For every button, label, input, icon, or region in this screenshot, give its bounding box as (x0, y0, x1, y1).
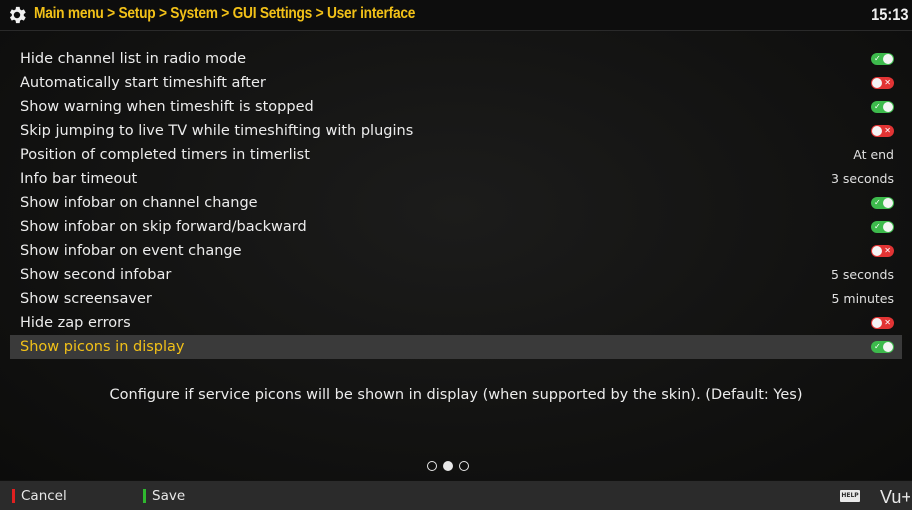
setting-row[interactable]: Show second infobar 5 seconds (10, 263, 902, 287)
toggle-knob (883, 198, 893, 208)
help-icon[interactable]: HELP (840, 490, 860, 502)
setting-row[interactable]: Show infobar on skip forward/backward ✓ (10, 215, 902, 239)
setting-value[interactable]: 5 seconds (831, 263, 894, 287)
toggle-on-switch[interactable]: ✓ (871, 53, 894, 65)
setting-row[interactable]: Show infobar on event change ✕ (10, 239, 902, 263)
setting-row[interactable]: Hide zap errors ✕ (10, 311, 902, 335)
cross-icon: ✕ (884, 246, 891, 255)
setting-row[interactable]: Show picons in display ✓ (10, 335, 902, 359)
toggle-off-switch[interactable]: ✕ (871, 77, 894, 89)
setting-value[interactable]: At end (853, 143, 894, 167)
cross-icon: ✕ (884, 78, 891, 87)
page-dot (459, 461, 469, 471)
toggle-knob (872, 126, 882, 136)
settings-list: Hide channel list in radio mode ✓ Automati… (10, 47, 902, 359)
logo-text: Vu+ (880, 487, 910, 506)
footer-bar: Cancel Save HELP Vu+ (0, 481, 912, 510)
setting-label: Show infobar on event change (20, 243, 242, 259)
setting-description: Configure if service picons will be show… (109, 387, 803, 403)
check-icon: ✓ (874, 54, 881, 63)
cancel-button[interactable]: Cancel (12, 488, 67, 504)
toggle-on-switch[interactable]: ✓ (871, 221, 894, 233)
setting-row[interactable]: Hide channel list in radio mode ✓ (10, 47, 902, 71)
green-key-indicator (143, 489, 146, 503)
toggle-off-switch[interactable]: ✕ (871, 317, 894, 329)
toggle-knob (883, 342, 893, 352)
cross-icon: ✕ (884, 126, 891, 135)
setting-row[interactable]: Show screensaver 5 minutes (10, 287, 902, 311)
setting-row[interactable]: Show infobar on channel change ✓ (10, 191, 902, 215)
toggle-knob (872, 246, 882, 256)
check-icon: ✓ (874, 222, 881, 231)
setting-row[interactable]: Position of completed timers in timerlis… (10, 143, 902, 167)
toggle-knob (883, 222, 893, 232)
setting-row[interactable]: Automatically start timeshift after ✕ (10, 71, 902, 95)
toggle-knob (883, 54, 893, 64)
setting-label: Show picons in display (20, 339, 185, 355)
setting-row[interactable]: Skip jumping to live TV while timeshifti… (10, 119, 902, 143)
check-icon: ✓ (874, 342, 881, 351)
setting-row[interactable]: Info bar timeout 3 seconds (10, 167, 902, 191)
toggle-knob (872, 318, 882, 328)
setting-label: Show infobar on skip forward/backward (20, 219, 307, 235)
setting-row[interactable]: Show warning when timeshift is stopped ✓ (10, 95, 902, 119)
red-key-indicator (12, 489, 15, 503)
header-bar: Main menu > Setup > System > GUI Setting… (0, 0, 912, 31)
gear-icon (9, 6, 26, 24)
clock: 15:13 (870, 5, 908, 24)
toggle-knob (872, 78, 882, 88)
setting-label: Show screensaver (20, 291, 152, 307)
setting-label: Show second infobar (20, 267, 172, 283)
setting-label: Position of completed timers in timerlis… (20, 147, 310, 163)
setting-label: Show infobar on channel change (20, 195, 258, 211)
setting-label: Info bar timeout (20, 171, 138, 187)
save-button[interactable]: Save (143, 488, 185, 504)
page-dot (443, 461, 453, 471)
save-label: Save (152, 488, 186, 504)
setting-value[interactable]: 3 seconds (831, 167, 894, 191)
toggle-on-switch[interactable]: ✓ (871, 197, 894, 209)
toggle-off-switch[interactable]: ✕ (871, 245, 894, 257)
vu-plus-logo: Vu+ (880, 487, 910, 506)
setting-label: Skip jumping to live TV while timeshifti… (20, 123, 414, 139)
cancel-label: Cancel (21, 488, 67, 504)
check-icon: ✓ (874, 198, 881, 207)
check-icon: ✓ (874, 102, 881, 111)
page-indicator (427, 456, 475, 471)
toggle-knob (883, 102, 893, 112)
page-dot (427, 461, 437, 471)
breadcrumb: Main menu > Setup > System > GUI Setting… (34, 5, 416, 22)
cross-icon: ✕ (884, 318, 891, 327)
toggle-off-switch[interactable]: ✕ (871, 125, 894, 137)
setting-label: Show warning when timeshift is stopped (20, 99, 314, 115)
toggle-on-switch[interactable]: ✓ (871, 341, 894, 353)
setting-value[interactable]: 5 minutes (831, 287, 894, 311)
setting-label: Hide zap errors (20, 315, 131, 331)
toggle-on-switch[interactable]: ✓ (871, 101, 894, 113)
setting-label: Automatically start timeshift after (20, 75, 266, 91)
setting-label: Hide channel list in radio mode (20, 51, 247, 67)
